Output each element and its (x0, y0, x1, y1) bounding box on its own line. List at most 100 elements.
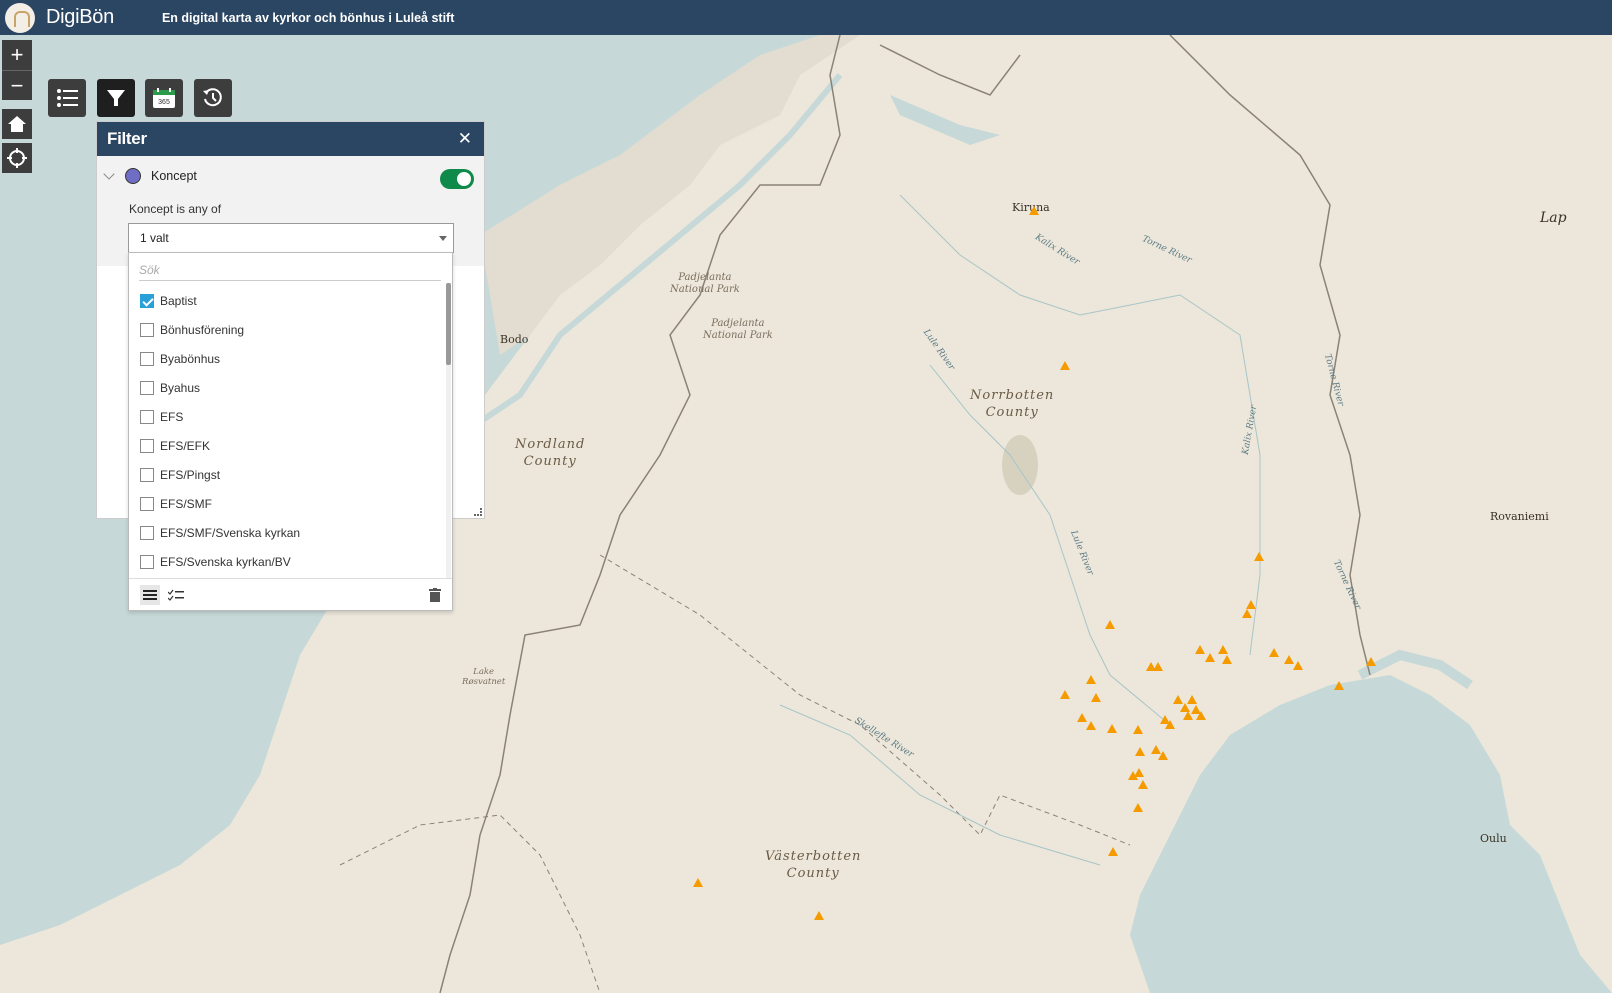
layer-toggle[interactable] (440, 169, 474, 189)
checkbox[interactable] (140, 351, 154, 366)
option-label: EFS/Svenska kyrkan/BV (160, 555, 291, 570)
church-marker[interactable] (1134, 768, 1144, 777)
church-marker[interactable] (1153, 662, 1163, 671)
filter-body: Koncept Koncept is any of 1 valt (97, 156, 484, 266)
option-item[interactable]: Bönhusförening (139, 315, 444, 344)
scrollbar[interactable] (446, 283, 451, 578)
show-all-button[interactable] (140, 585, 160, 605)
checkbox[interactable] (140, 526, 154, 541)
filter-header: Filter ✕ (97, 122, 484, 156)
checkbox[interactable] (140, 409, 154, 424)
church-marker[interactable] (1366, 657, 1376, 666)
checkbox[interactable] (140, 555, 154, 570)
church-marker[interactable] (1060, 690, 1070, 699)
show-selected-button[interactable] (166, 585, 186, 605)
county-suffix: County (786, 866, 840, 881)
resize-handle[interactable] (474, 508, 482, 516)
locate-icon (7, 148, 27, 168)
option-item[interactable]: Baptist (139, 286, 444, 315)
church-marker[interactable] (1158, 751, 1168, 760)
church-marker[interactable] (1242, 609, 1252, 618)
app-title: DigiBön (46, 6, 114, 28)
church-marker[interactable] (1029, 206, 1039, 215)
home-icon (8, 116, 26, 132)
option-label: EFS/SMF (160, 497, 213, 512)
option-item[interactable]: Byabönhus (139, 344, 444, 373)
church-marker[interactable] (1133, 725, 1143, 734)
checkbox[interactable] (140, 322, 154, 337)
checkbox[interactable] (140, 380, 154, 395)
church-marker[interactable] (1086, 721, 1096, 730)
search-input[interactable] (139, 259, 441, 281)
chevron-down-icon[interactable] (103, 168, 115, 180)
park-name: Padjelanta (678, 272, 732, 283)
county-name: Nordland (515, 437, 586, 452)
calendar-button[interactable]: 365 (145, 79, 183, 117)
church-marker[interactable] (1196, 711, 1206, 720)
list-icon (143, 590, 157, 600)
clear-button[interactable] (425, 585, 445, 605)
home-button[interactable] (2, 109, 32, 139)
church-marker[interactable] (1254, 552, 1264, 561)
checkbox[interactable] (140, 439, 154, 454)
dropdown-footer (129, 578, 452, 610)
option-label: Byabönhus (160, 351, 221, 366)
church-marker[interactable] (1165, 720, 1175, 729)
checklist-icon (168, 589, 184, 601)
county-nordland: Nordland County (515, 436, 585, 470)
caret-down-icon (439, 236, 447, 241)
history-button[interactable] (194, 79, 232, 117)
place-rovaniemi: Rovaniemi (1490, 510, 1549, 523)
checkbox[interactable] (140, 497, 154, 512)
church-marker[interactable] (1105, 620, 1115, 629)
zoom-in-button[interactable]: + (2, 40, 32, 70)
layer-name: Koncept (151, 169, 197, 183)
option-item[interactable]: Byahus (139, 373, 444, 402)
church-marker[interactable] (1246, 600, 1256, 609)
church-marker[interactable] (1133, 803, 1143, 812)
county-suffix: County (985, 405, 1039, 420)
church-marker[interactable] (1334, 681, 1344, 690)
koncept-select[interactable]: 1 valt (128, 223, 454, 253)
church-marker[interactable] (1107, 724, 1117, 733)
place-oulu: Oulu (1480, 832, 1507, 845)
church-marker[interactable] (1108, 847, 1118, 856)
checkbox[interactable] (140, 468, 154, 483)
layer-symbol (125, 168, 141, 184)
church-marker[interactable] (1205, 653, 1215, 662)
option-item[interactable]: EFS/SMF/Svenska kyrkan (139, 519, 444, 548)
app-logo (5, 2, 35, 33)
option-item[interactable]: EFS (139, 402, 444, 431)
option-item[interactable]: EFS/Svenska kyrkan/BV (139, 548, 444, 577)
church-marker[interactable] (1135, 747, 1145, 756)
option-item[interactable]: EFS/Pingst (139, 461, 444, 490)
filter-button[interactable] (97, 79, 135, 117)
church-marker[interactable] (1222, 655, 1232, 664)
church-marker[interactable] (814, 911, 824, 920)
option-item[interactable]: EFS/EFK (139, 431, 444, 460)
layer-list-button[interactable] (48, 79, 86, 117)
church-marker[interactable] (1293, 661, 1303, 670)
church-marker[interactable] (1060, 361, 1070, 370)
locate-button[interactable] (2, 143, 32, 173)
scrollbar-thumb[interactable] (446, 283, 451, 365)
option-label: Byahus (160, 380, 201, 395)
close-icon[interactable]: ✕ (458, 129, 472, 149)
checkbox[interactable] (140, 293, 154, 308)
church-marker[interactable] (1138, 780, 1148, 789)
zoom-out-button[interactable]: − (2, 70, 32, 100)
lake-name: Røsvatnet (462, 677, 506, 687)
church-marker[interactable] (1218, 645, 1228, 654)
filter-icon (107, 90, 125, 106)
church-marker[interactable] (1086, 675, 1096, 684)
option-label: Bönhusförening (160, 322, 245, 337)
church-marker[interactable] (1091, 693, 1101, 702)
lake-rosvatnet: Lake Røsvatnet (462, 667, 505, 687)
church-marker[interactable] (693, 878, 703, 887)
layer-row[interactable]: Koncept (103, 168, 197, 184)
option-item[interactable]: EFS/SMF (139, 490, 444, 519)
church-marker[interactable] (1183, 711, 1193, 720)
church-marker[interactable] (1195, 645, 1205, 654)
church-marker[interactable] (1269, 648, 1279, 657)
church-marker[interactable] (1187, 695, 1197, 704)
